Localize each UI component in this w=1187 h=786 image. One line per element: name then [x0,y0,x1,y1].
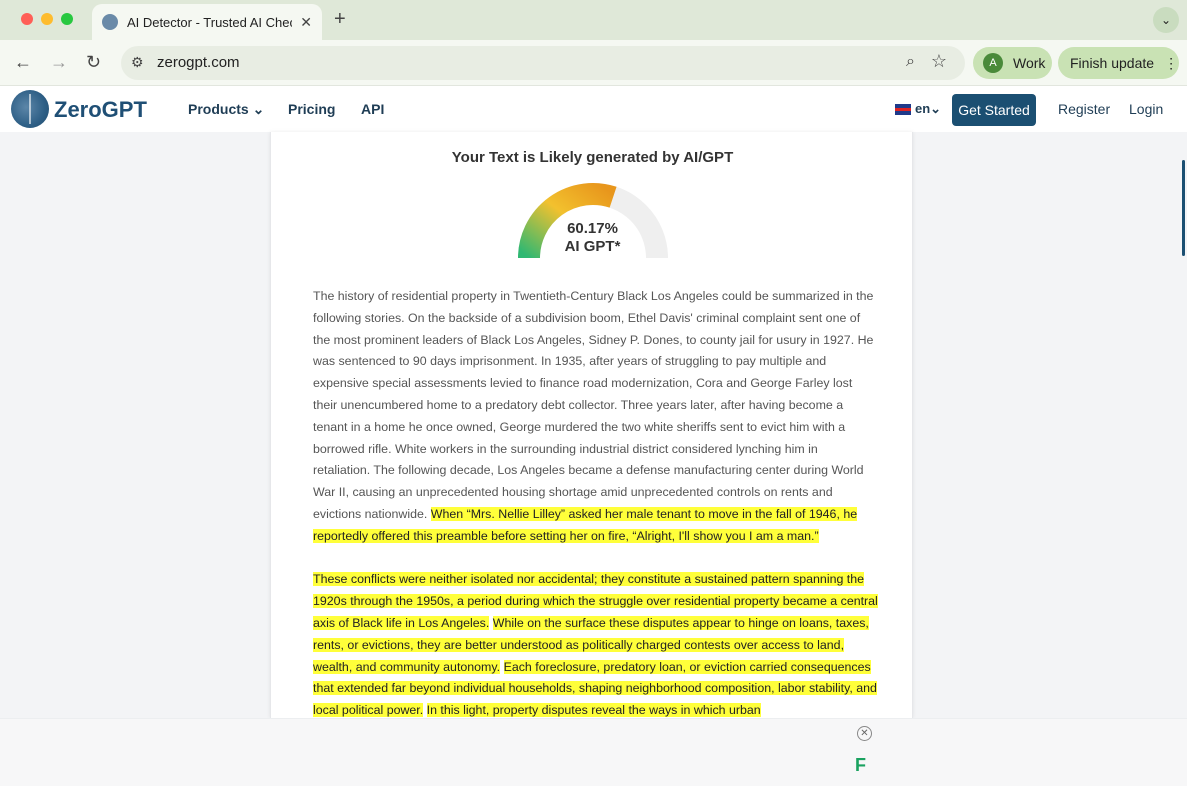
magnifier-icon[interactable]: ⌕ [906,53,915,71]
browser-toolbar: ← → ↻ ⚙ zerogpt.com ⌕ ☆ A Work Finish up… [0,40,1187,86]
text-paragraph-2: These conflicts were neither isolated no… [313,569,878,722]
uk-flag-icon [895,103,911,115]
minimize-window-button[interactable] [41,13,53,25]
nav-pricing[interactable]: Pricing [288,101,335,117]
new-tab-button[interactable]: + [334,8,346,31]
ad-logo-icon[interactable]: F [855,755,866,776]
site-header: ZeroGPT Products ⌄ Pricing API en⌄ Get S… [0,86,1187,132]
result-title: Your Text is Likely generated by AI/GPT [451,149,734,166]
profile-button[interactable]: A Work [973,47,1052,79]
nav-api[interactable]: API [361,101,384,117]
plain-text: The history of residential property in T… [313,289,874,521]
profile-label: Work [1013,55,1046,71]
nav-products[interactable]: Products ⌄ [188,101,264,118]
tab-title: AI Detector - Trusted AI Chec [126,14,293,30]
tab-search-button[interactable]: ⌄ [1153,7,1179,33]
url-text[interactable]: zerogpt.com [157,54,240,71]
finish-update-button[interactable]: Finish update ⋮ [1058,47,1179,79]
result-card: Your Text is Likely generated by AI/GPT … [270,132,913,718]
logo-text[interactable]: ZeroGPT [54,97,147,123]
star-icon[interactable]: ☆ [931,51,947,72]
close-icon[interactable]: ✕ [857,726,872,741]
browser-tab[interactable]: AI Detector - Trusted AI Chec ✕ [92,4,322,40]
ad-banner: ✕ F [0,718,1187,786]
page-scrollbar[interactable] [1182,160,1185,256]
avatar: A [983,53,1003,73]
tune-icon[interactable]: ⚙ [131,54,144,71]
get-started-button[interactable]: Get Started [952,94,1036,126]
highlighted-text: In this light, property disputes reveal … [426,703,761,718]
more-menu-icon[interactable]: ⋮ [1164,55,1178,72]
maximize-window-button[interactable] [61,13,73,25]
zerogpt-logo-icon[interactable] [11,90,49,128]
forward-button[interactable]: → [50,52,68,72]
address-bar[interactable]: ⚙ zerogpt.com ⌕ ☆ [121,46,965,80]
login-link[interactable]: Login [1129,101,1163,117]
language-selector[interactable]: en⌄ [895,101,941,117]
finish-update-label: Finish update [1070,55,1155,71]
text-paragraph-1: The history of residential property in T… [313,286,878,548]
close-window-button[interactable] [21,13,33,25]
reload-button[interactable]: ↻ [86,52,101,72]
ai-score-label: AI GPT* [564,238,621,255]
tab-close-icon[interactable]: ✕ [300,14,312,31]
language-label: en⌄ [915,101,942,116]
ai-percentage: 60.17% [567,220,618,237]
back-button[interactable]: ← [14,52,32,72]
favicon-icon [102,14,118,30]
analyzed-text: The history of residential property in T… [313,286,878,722]
browser-tab-bar: AI Detector - Trusted AI Chec ✕ + ⌄ [0,0,1187,40]
register-link[interactable]: Register [1058,101,1110,117]
